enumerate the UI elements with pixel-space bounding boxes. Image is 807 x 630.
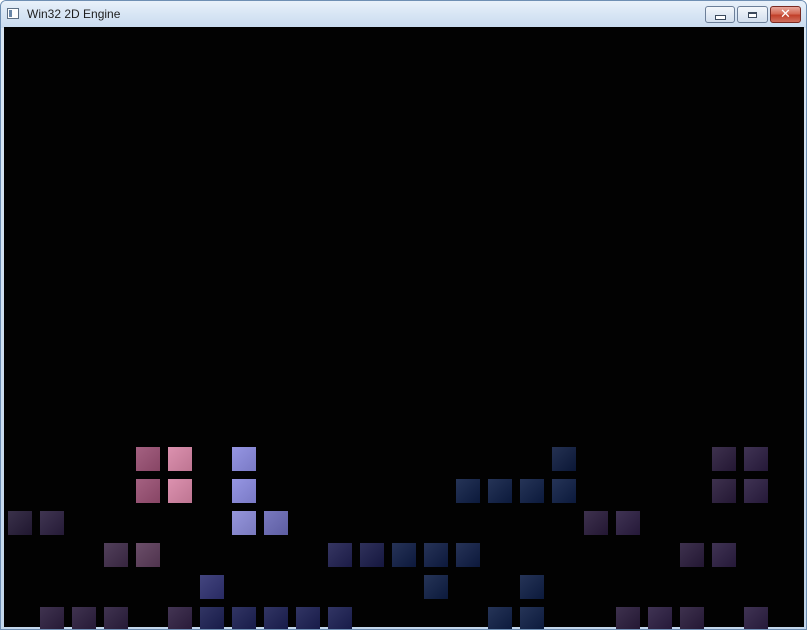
- game-tile: [456, 479, 480, 503]
- game-tile: [232, 479, 256, 503]
- game-tile: [520, 575, 544, 599]
- game-tile: [136, 543, 160, 567]
- game-canvas[interactable]: [4, 27, 804, 629]
- game-tile: [296, 607, 320, 629]
- game-tile: [200, 607, 224, 629]
- game-tile: [104, 543, 128, 567]
- game-tile: [200, 575, 224, 599]
- game-tile: [232, 511, 256, 535]
- maximize-icon: [748, 11, 757, 18]
- game-tile: [744, 607, 768, 629]
- minimize-button[interactable]: [705, 6, 735, 23]
- game-tile: [648, 607, 672, 629]
- game-tile: [328, 543, 352, 567]
- window-title: Win32 2D Engine: [27, 7, 121, 21]
- game-tile: [488, 607, 512, 629]
- game-tile: [584, 511, 608, 535]
- game-tile: [232, 447, 256, 471]
- game-tile: [72, 607, 96, 629]
- game-tile: [712, 479, 736, 503]
- game-tile: [360, 543, 384, 567]
- game-tile: [424, 575, 448, 599]
- game-tile: [168, 479, 192, 503]
- minimize-icon: [714, 15, 726, 20]
- game-tile: [104, 607, 128, 629]
- game-tile: [8, 511, 32, 535]
- game-tile: [712, 543, 736, 567]
- game-tile: [328, 607, 352, 629]
- game-tile: [744, 479, 768, 503]
- app-window-icon[interactable]: [7, 8, 19, 19]
- title-bar[interactable]: Win32 2D Engine ✕: [1, 1, 806, 28]
- game-tile: [40, 607, 64, 629]
- game-tile: [232, 607, 256, 629]
- game-tile: [680, 543, 704, 567]
- game-tile: [40, 511, 64, 535]
- game-tile: [136, 447, 160, 471]
- maximize-button[interactable]: [737, 6, 768, 23]
- game-tile: [744, 447, 768, 471]
- game-tile: [392, 543, 416, 567]
- game-tile: [552, 447, 576, 471]
- game-tile: [520, 479, 544, 503]
- app-window: Win32 2D Engine ✕: [0, 0, 807, 630]
- close-icon: ✕: [780, 7, 791, 22]
- game-tile: [552, 479, 576, 503]
- game-tile: [264, 607, 288, 629]
- close-button[interactable]: ✕: [770, 6, 801, 23]
- game-tile: [136, 479, 160, 503]
- game-tile: [456, 543, 480, 567]
- game-tile: [424, 543, 448, 567]
- game-tile: [712, 447, 736, 471]
- game-tile: [168, 447, 192, 471]
- game-tile: [488, 479, 512, 503]
- game-tile: [264, 511, 288, 535]
- game-tile: [520, 607, 544, 629]
- game-tile: [616, 511, 640, 535]
- game-tile: [616, 607, 640, 629]
- game-tile: [680, 607, 704, 629]
- game-tile: [168, 607, 192, 629]
